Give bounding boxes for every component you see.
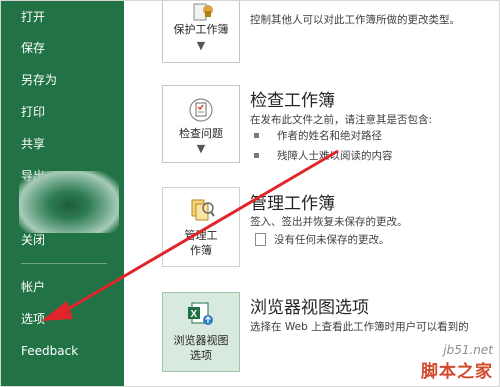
nav-save-as[interactable]: 另存为 bbox=[21, 72, 57, 88]
bullet-marker bbox=[254, 133, 259, 138]
manage-status: 没有任何未保存的更改。 bbox=[274, 234, 390, 246]
browser-view-label-1: 浏览器视图 bbox=[173, 334, 229, 347]
watermark-url: jb51.net bbox=[443, 343, 493, 357]
manage-workbook-button[interactable]: 管理工 作簿 bbox=[162, 187, 240, 267]
svg-text:X: X bbox=[191, 309, 198, 320]
protect-workbook-label: 保护工作簿 bbox=[173, 23, 229, 36]
chevron-down-icon: ▼ bbox=[196, 39, 206, 52]
browser-view-label-2: 选项 bbox=[190, 349, 212, 362]
inspect-bullet: 作者的姓名和绝对路径 bbox=[277, 130, 382, 142]
manage-versions-icon bbox=[163, 196, 239, 222]
inspect-document-icon bbox=[163, 96, 239, 122]
protect-workbook-button[interactable]: 保护工作簿 ▼ bbox=[162, 1, 240, 63]
nav-save[interactable]: 保存 bbox=[21, 40, 45, 56]
inspect-bullet: 残障人士难以阅读的内容 bbox=[277, 150, 393, 162]
watermark: jb51.net 脚本之家 bbox=[421, 343, 493, 382]
manage-workbook-label-2: 作簿 bbox=[190, 244, 212, 257]
nav-account[interactable]: 帐户 bbox=[21, 279, 45, 295]
excel-globe-icon: X bbox=[163, 301, 239, 327]
browser-view-title: 浏览器视图选项 bbox=[250, 298, 369, 318]
blurred-region bbox=[19, 171, 119, 233]
manage-workbook-label-1: 管理工 bbox=[184, 229, 218, 242]
nav-feedback[interactable]: Feedback bbox=[21, 343, 78, 359]
chevron-down-icon: ▼ bbox=[196, 142, 206, 155]
bullet-marker bbox=[254, 153, 259, 158]
inspect-title: 检查工作簿 bbox=[250, 91, 335, 111]
backstage-window: 打开 保存 另存为 打印 共享 导出 关闭 帐户 选项 Feedback 保护工… bbox=[0, 0, 500, 387]
nav-open[interactable]: 打开 bbox=[21, 9, 45, 25]
check-issues-label: 检查问题 bbox=[179, 127, 223, 140]
document-icon bbox=[255, 233, 266, 246]
sidebar-divider bbox=[21, 263, 107, 264]
browser-view-options-button[interactable]: X 浏览器视图 选项 bbox=[162, 292, 240, 372]
manage-title: 管理工作簿 bbox=[250, 194, 335, 214]
nav-options[interactable]: 选项 bbox=[21, 311, 45, 327]
nav-share[interactable]: 共享 bbox=[21, 136, 45, 152]
nav-print[interactable]: 打印 bbox=[21, 104, 45, 120]
check-issues-button[interactable]: 检查问题 ▼ bbox=[162, 85, 240, 163]
inspect-description: 在发布此文件之前，请注意其是否包含: bbox=[250, 114, 433, 126]
browser-view-description: 选择在 Web 上查看此工作簿时用户可以看到的 bbox=[250, 321, 469, 333]
watermark-name: 脚本之家 bbox=[421, 362, 493, 382]
manage-description: 签入、签出并恢复未保存的更改。 bbox=[250, 216, 408, 228]
nav-close[interactable]: 关闭 bbox=[21, 232, 45, 248]
protect-description: 控制其他人可以对此工作簿所做的更改类型。 bbox=[250, 14, 460, 26]
backstage-sidebar: 打开 保存 另存为 打印 共享 导出 关闭 帐户 选项 Feedback bbox=[1, 1, 124, 386]
